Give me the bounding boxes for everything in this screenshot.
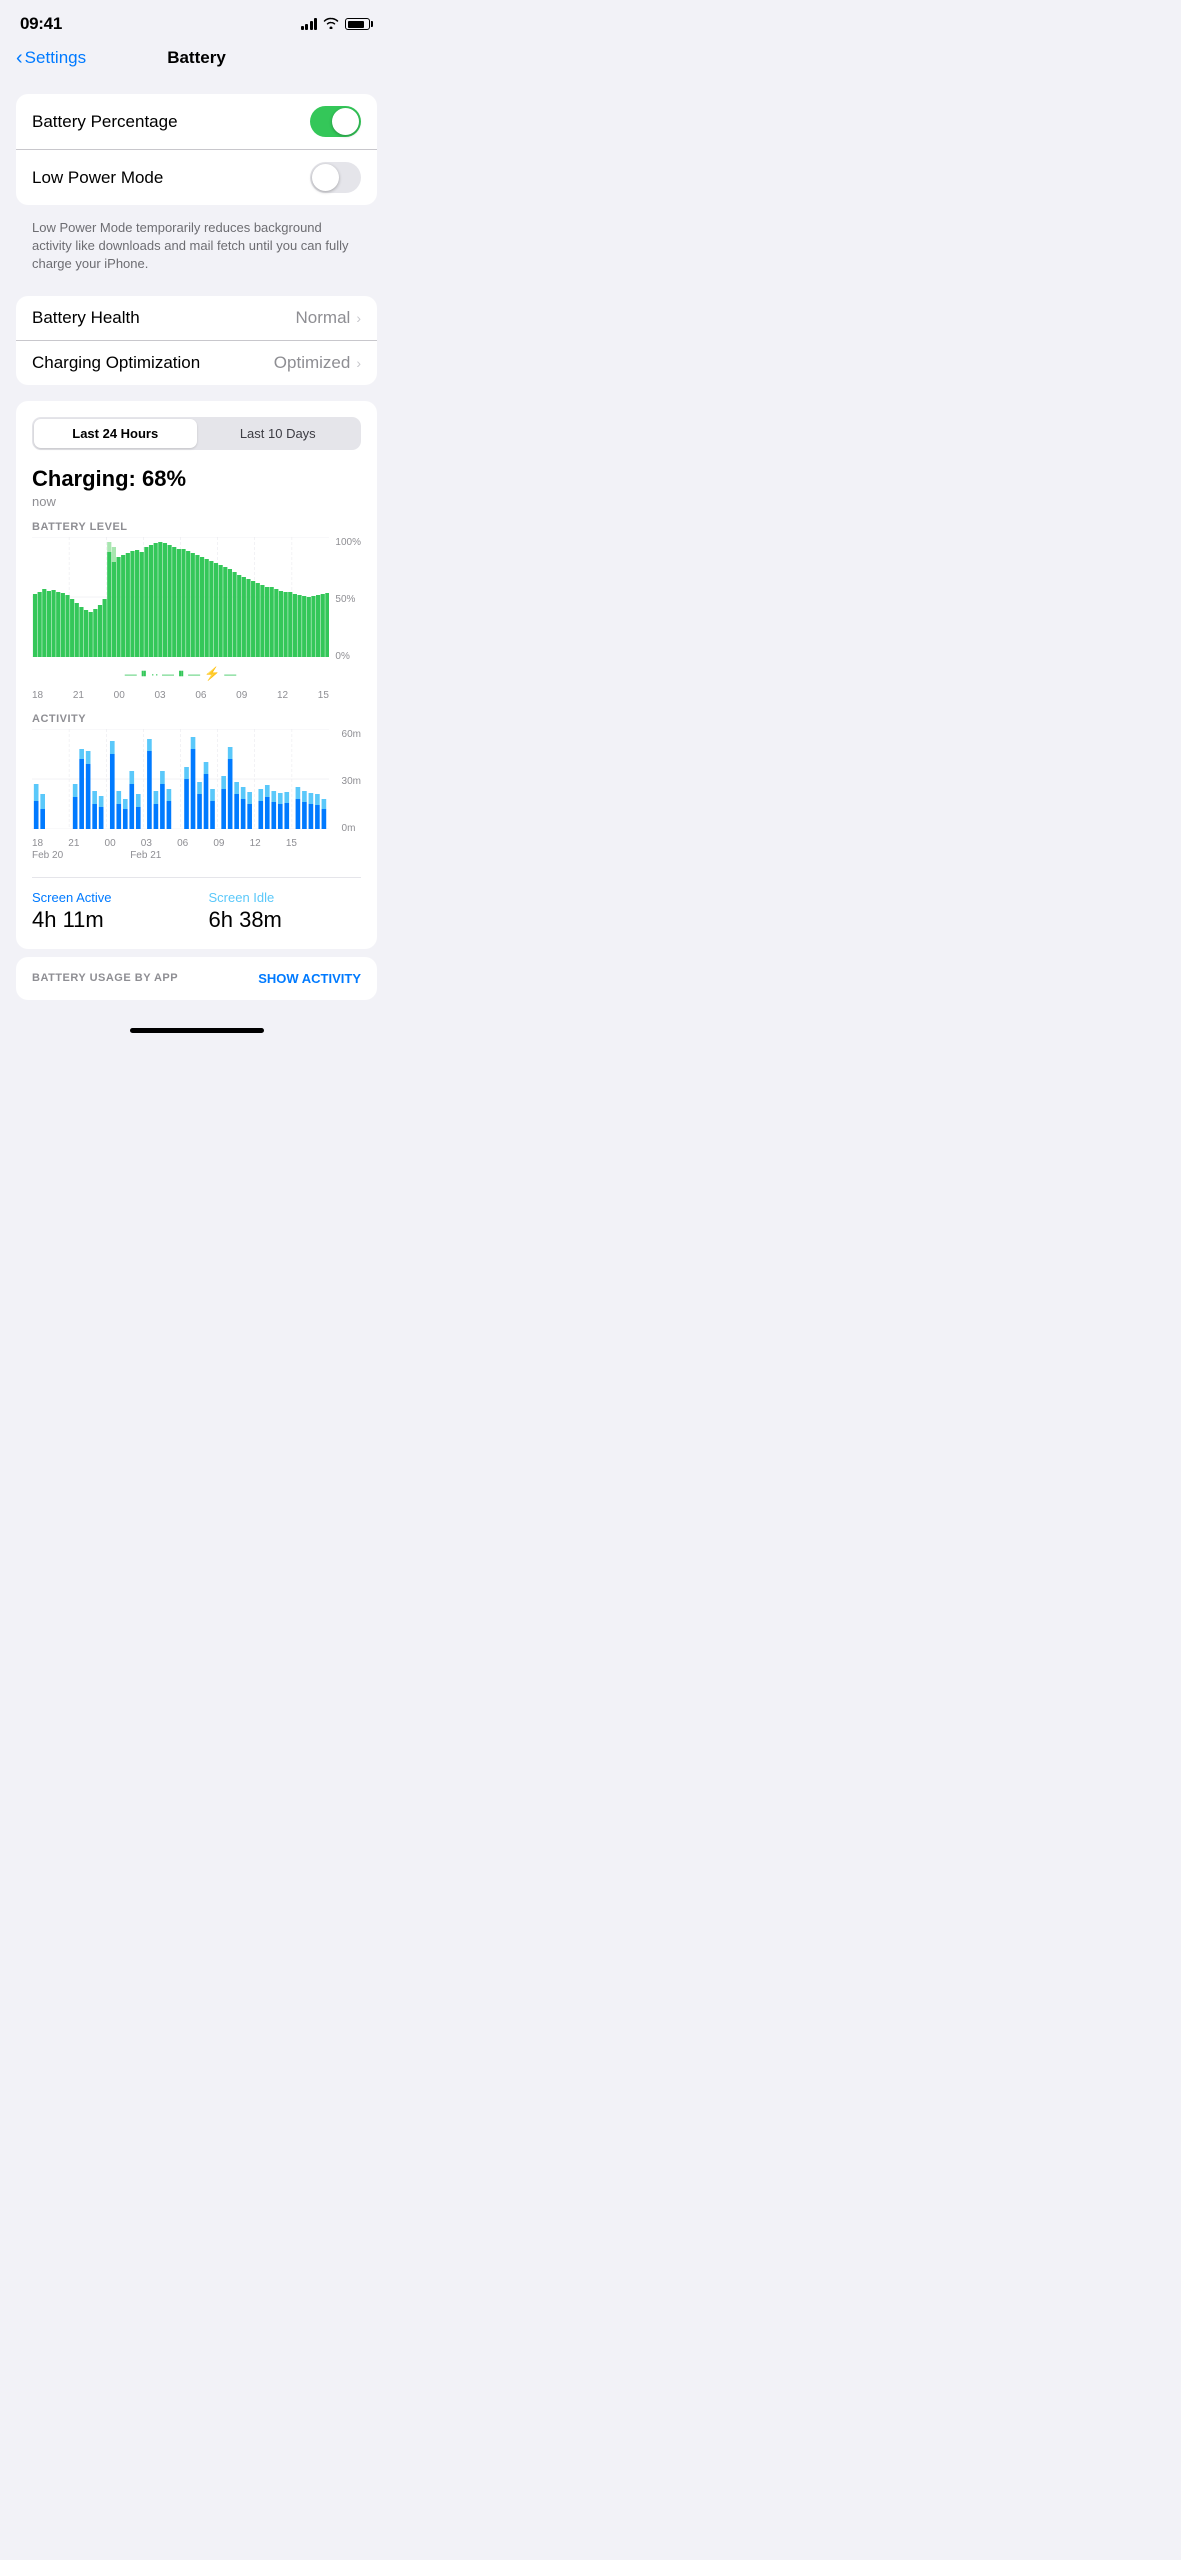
nav-bar: ‹ Settings Battery: [0, 42, 393, 78]
battery-icon: [345, 18, 373, 30]
battery-y-labels: 100% 50% 0%: [335, 537, 361, 662]
charging-title: Charging: 68%: [32, 466, 361, 492]
battery-health-value: Normal ›: [296, 308, 361, 328]
low-power-description: Low Power Mode temporarily reduces backg…: [16, 213, 377, 288]
battery-level-label: BATTERY LEVEL: [32, 521, 361, 533]
back-button[interactable]: ‹ Settings: [16, 48, 86, 68]
activity-label: ACTIVITY: [32, 713, 361, 725]
charging-indicators: ― ⏸ ·· ― ⏸ ― ⚡ ―: [32, 666, 329, 682]
wifi-icon: [323, 16, 339, 32]
tab-last-24-hours[interactable]: Last 24 Hours: [34, 419, 197, 448]
screen-idle-stat: Screen Idle 6h 38m: [209, 890, 362, 933]
battery-chart-area: [32, 537, 329, 662]
battery-percentage-row: Battery Percentage: [16, 94, 377, 149]
status-bar: 09:41: [0, 0, 393, 42]
charging-optimization-row[interactable]: Charging Optimization Optimized ›: [16, 340, 377, 385]
toggle-knob: [332, 108, 359, 135]
date-labels: Feb 20 Feb 21: [32, 850, 329, 861]
screen-active-label: Screen Active: [32, 890, 185, 905]
settings-card-toggles: Battery Percentage Low Power Mode: [16, 94, 377, 205]
battery-percentage-label: Battery Percentage: [32, 112, 178, 132]
time-period-tabs[interactable]: Last 24 Hours Last 10 Days: [32, 417, 361, 450]
main-content: Battery Percentage Low Power Mode Low Po…: [0, 78, 393, 1020]
activity-chart: 60m 30m 0m: [32, 729, 361, 834]
activity-section: ACTIVITY: [32, 713, 361, 933]
battery-usage-bar: BATTERY USAGE BY APP SHOW ACTIVITY: [16, 957, 377, 1000]
screen-idle-label: Screen Idle: [209, 890, 362, 905]
show-activity-button[interactable]: SHOW ACTIVITY: [258, 971, 361, 986]
battery-chart-svg: [32, 537, 329, 657]
screen-active-stat: Screen Active 4h 11m: [32, 890, 185, 933]
home-bar: [130, 1028, 264, 1033]
toggle-knob-off: [312, 164, 339, 191]
screen-stats: Screen Active 4h 11m Screen Idle 6h 38m: [32, 877, 361, 933]
status-time: 09:41: [20, 14, 62, 34]
battery-percentage-toggle[interactable]: [310, 106, 361, 137]
battery-health-label: Battery Health: [32, 308, 140, 328]
chevron-right-icon-2: ›: [356, 355, 361, 371]
low-power-mode-row: Low Power Mode: [16, 149, 377, 205]
chevron-right-icon: ›: [356, 310, 361, 326]
charging-optimization-label: Charging Optimization: [32, 353, 200, 373]
activity-x-labels: 18 21 00 03 06 09 12 15: [32, 838, 297, 849]
activity-y-labels: 60m 30m 0m: [342, 729, 361, 834]
signal-icon: [301, 18, 318, 30]
battery-health-row[interactable]: Battery Health Normal ›: [16, 296, 377, 340]
charging-optimization-value: Optimized ›: [274, 353, 361, 373]
battery-x-labels: 18 21 00 03 06 09 12 15: [32, 690, 329, 701]
settings-card-battery-health: Battery Health Normal › Charging Optimiz…: [16, 296, 377, 385]
tab-last-10-days[interactable]: Last 10 Days: [197, 419, 360, 448]
page-title: Battery: [167, 48, 226, 68]
activity-chart-svg: [32, 729, 329, 829]
low-power-mode-label: Low Power Mode: [32, 168, 163, 188]
chart-card: Last 24 Hours Last 10 Days Charging: 68%…: [16, 401, 377, 949]
charging-subtitle: now: [32, 494, 361, 509]
screen-idle-value: 6h 38m: [209, 907, 362, 933]
back-label: Settings: [25, 48, 86, 68]
battery-usage-label: BATTERY USAGE BY APP: [32, 972, 178, 984]
screen-active-value: 4h 11m: [32, 907, 185, 933]
chevron-left-icon: ‹: [16, 48, 23, 68]
low-power-mode-toggle[interactable]: [310, 162, 361, 193]
activity-chart-area: [32, 729, 329, 834]
activity-x-labels-container: 18 21 00 03 06 09 12 15 Feb 20 Feb 21: [32, 838, 329, 861]
status-icons: [301, 16, 374, 32]
battery-level-chart: 100% 50% 0%: [32, 537, 361, 662]
home-indicator: [0, 1020, 393, 1049]
